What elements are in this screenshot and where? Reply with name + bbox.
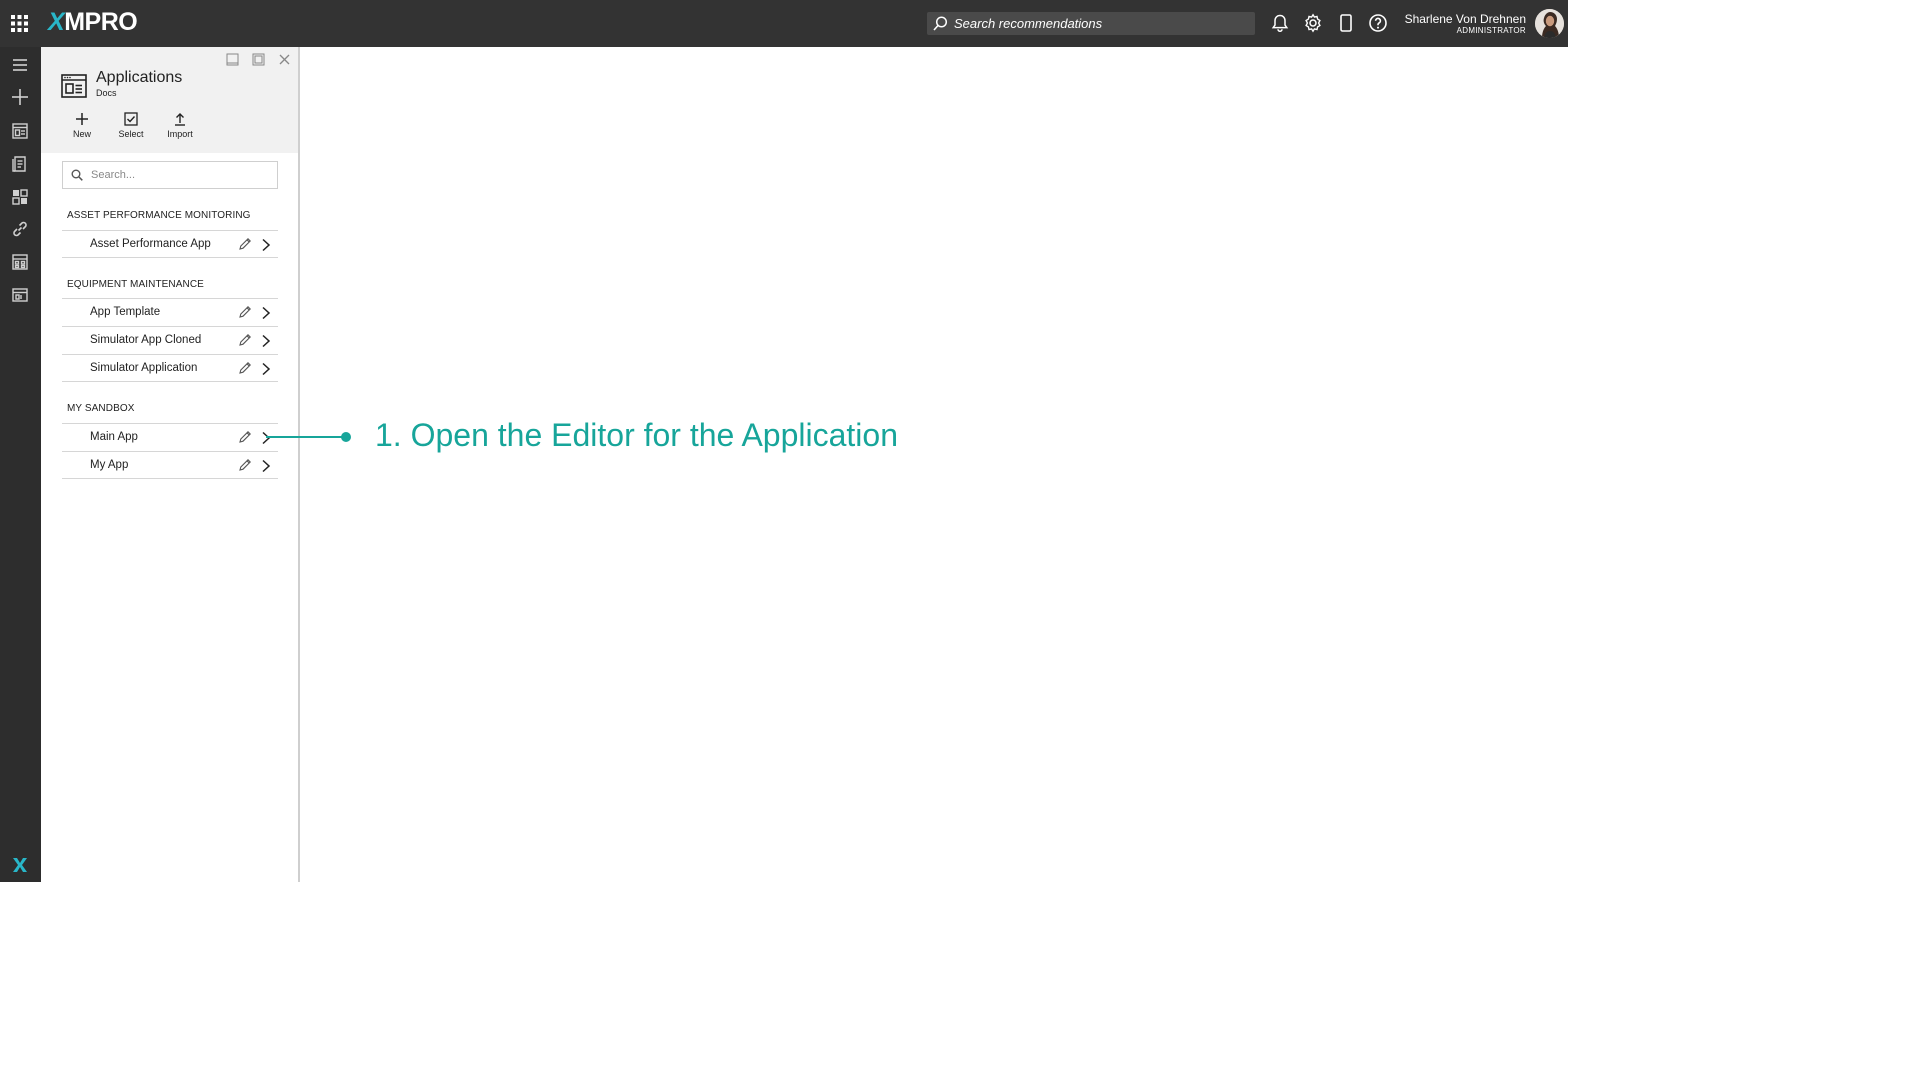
- import-label: Import: [167, 129, 193, 139]
- list-item[interactable]: Simulator Application: [62, 354, 278, 382]
- pencil-icon[interactable]: [238, 237, 252, 251]
- maximize-icon[interactable]: [252, 53, 265, 66]
- panel-title: Applications: [96, 69, 183, 86]
- gear-icon[interactable]: [1303, 13, 1323, 33]
- select-button[interactable]: Select: [111, 112, 151, 139]
- list-item[interactable]: Simulator App Cloned: [62, 326, 278, 354]
- user-name[interactable]: Sharlene Von Drehnen: [1405, 12, 1526, 26]
- app-name: Simulator Application: [90, 362, 198, 374]
- select-label: Select: [118, 129, 144, 139]
- app-name: Simulator App Cloned: [90, 334, 202, 346]
- xmpro-logo[interactable]: XMPRO: [48, 8, 138, 37]
- chevron-right-icon[interactable]: [261, 334, 271, 348]
- search-icon: [933, 16, 948, 31]
- search-recommendations-field[interactable]: Search recommendations: [927, 12, 1255, 35]
- list-item[interactable]: Asset Performance App: [62, 230, 278, 258]
- logo-x: X: [48, 8, 65, 36]
- apps-grid-icon[interactable]: [11, 15, 28, 32]
- logo-rest: MPRO: [64, 8, 138, 36]
- pencil-icon[interactable]: [238, 305, 252, 319]
- search-recommendations-placeholder: Search recommendations: [954, 16, 1103, 31]
- menu-icon[interactable]: [10, 55, 30, 75]
- list-item[interactable]: App Template: [62, 298, 278, 326]
- bell-icon[interactable]: [1270, 13, 1290, 33]
- layout-icon[interactable]: [10, 285, 30, 305]
- callout-text: 1. Open the Editor for the Application: [375, 417, 898, 453]
- new-label: New: [72, 129, 91, 139]
- applications-icon: [61, 74, 87, 98]
- app-name: App Template: [90, 306, 161, 318]
- new-button[interactable]: New: [62, 112, 102, 139]
- recommendations-icon[interactable]: [10, 154, 30, 174]
- minimize-icon[interactable]: [226, 53, 239, 66]
- mobile-icon[interactable]: [1336, 13, 1356, 33]
- chevron-right-icon[interactable]: [261, 238, 271, 252]
- import-button[interactable]: Import: [160, 112, 200, 139]
- chevron-right-icon[interactable]: [261, 459, 271, 473]
- add-icon[interactable]: [10, 87, 30, 107]
- chevron-right-icon[interactable]: [261, 431, 271, 445]
- applications-panel: Applications Docs New Select Import ASSE…: [41, 47, 300, 882]
- close-icon[interactable]: [278, 53, 291, 66]
- callout-line: [266, 436, 347, 438]
- pencil-icon[interactable]: [238, 361, 252, 375]
- checkbox-icon: [124, 112, 138, 126]
- group-title-asset-performance-monitoring: ASSET PERFORMANCE MONITORING: [67, 210, 251, 221]
- pencil-icon[interactable]: [238, 430, 252, 444]
- callout-dot: [341, 432, 351, 442]
- panel-subtitle: Docs: [96, 88, 117, 98]
- help-icon[interactable]: [1368, 13, 1388, 33]
- avatar[interactable]: [1535, 9, 1564, 38]
- user-role: ADMINISTRATOR: [1456, 26, 1526, 35]
- applications-icon[interactable]: [10, 121, 30, 141]
- app-name: My App: [90, 459, 129, 471]
- top-bar: XMPRO Search recommendations Sharlene Vo…: [0, 0, 1568, 47]
- search-icon: [71, 169, 83, 181]
- app-name: Asset Performance App: [90, 238, 211, 250]
- panel-search-field[interactable]: [62, 161, 278, 189]
- upload-icon: [175, 113, 185, 126]
- app-name: Main App: [90, 431, 138, 443]
- dashboard-icon[interactable]: [10, 187, 30, 207]
- pencil-icon[interactable]: [238, 458, 252, 472]
- link-icon[interactable]: [10, 219, 30, 239]
- list-item[interactable]: Main App: [62, 423, 278, 451]
- chevron-right-icon[interactable]: [261, 362, 271, 376]
- plus-icon: [76, 113, 88, 125]
- list-item[interactable]: My App: [62, 451, 278, 479]
- calculator-icon[interactable]: [10, 252, 30, 272]
- group-title-equipment-maintenance: EQUIPMENT MAINTENANCE: [67, 279, 204, 290]
- xmpro-x-icon[interactable]: [11, 856, 29, 874]
- group-title-my-sandbox: MY SANDBOX: [67, 403, 135, 414]
- pencil-icon[interactable]: [238, 333, 252, 347]
- chevron-right-icon[interactable]: [261, 306, 271, 320]
- search-input[interactable]: [91, 169, 261, 181]
- panel-header: Applications Docs New Select Import: [41, 47, 298, 153]
- left-rail: [0, 47, 41, 882]
